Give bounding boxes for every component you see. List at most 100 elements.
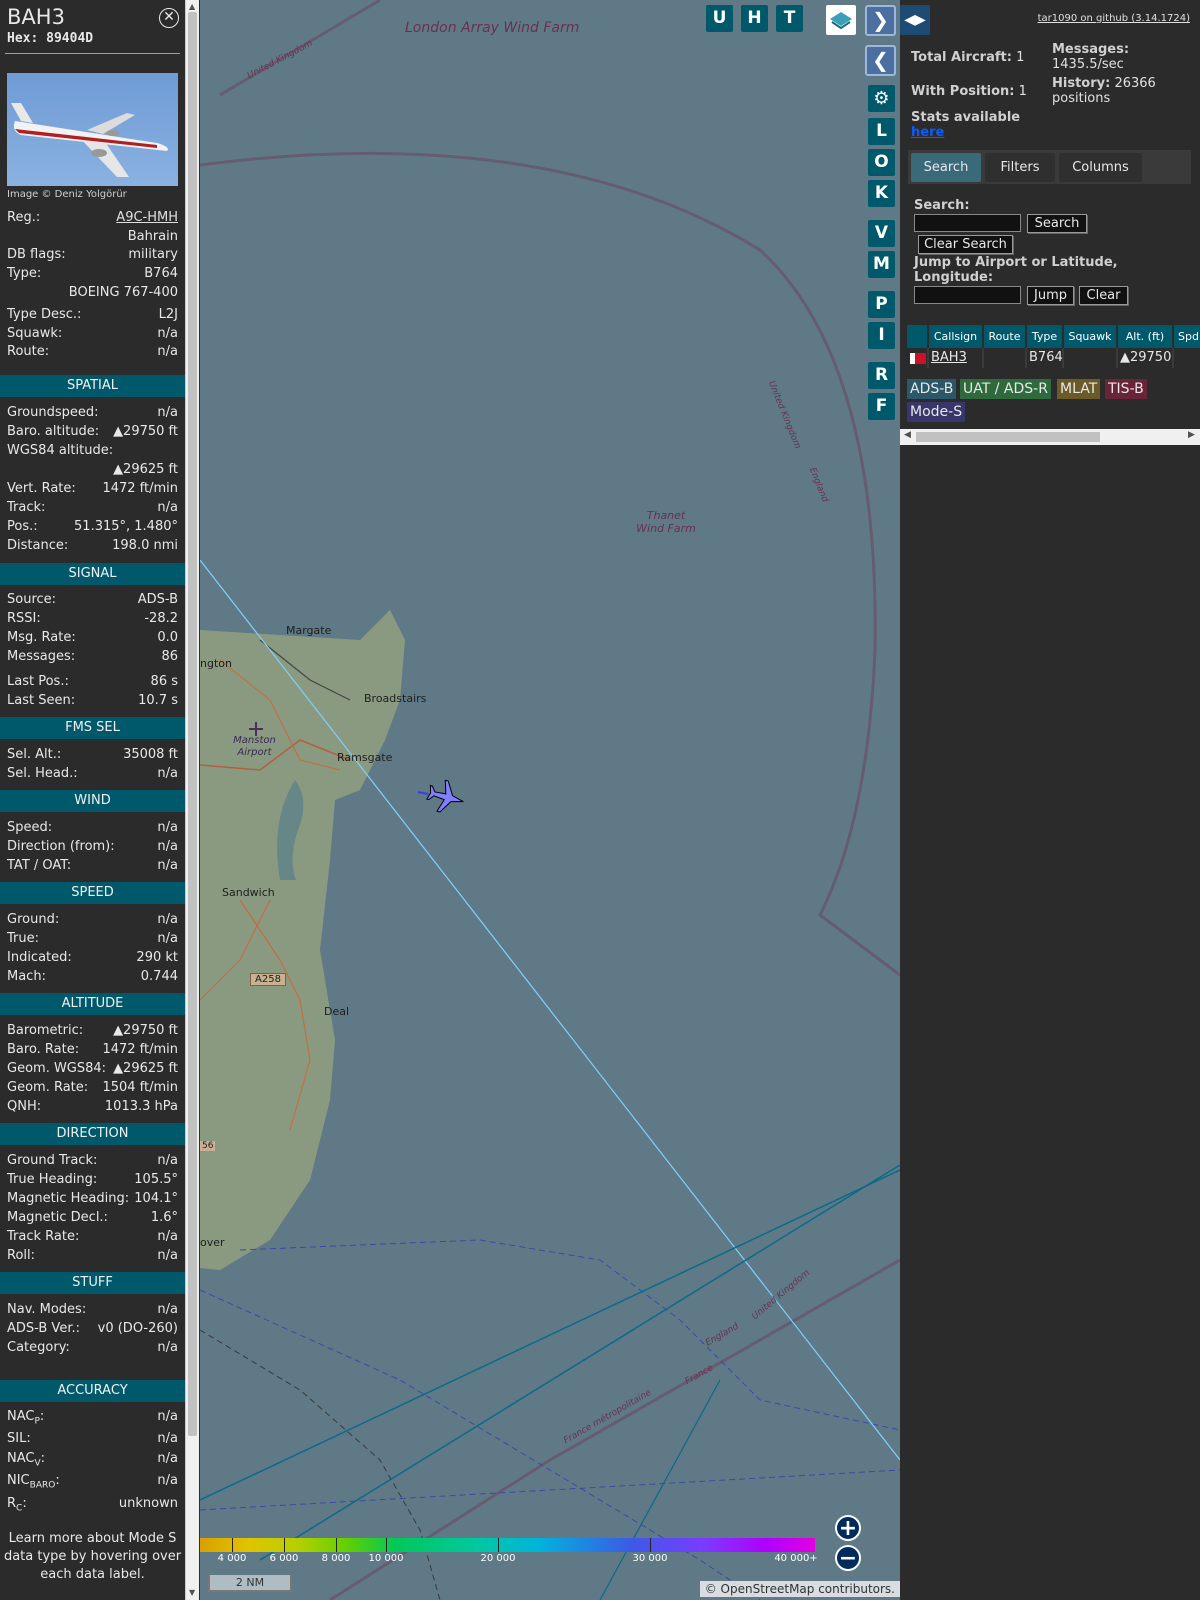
msgrate-value: 0.0: [157, 630, 178, 645]
tab-search[interactable]: Search: [911, 153, 981, 182]
rc-value: unknown: [118, 1496, 178, 1511]
groundspeed-value: n/a: [157, 405, 178, 420]
header-divider: [5, 53, 180, 54]
mag-decl-value: 1.6°: [150, 1210, 178, 1225]
jump-input[interactable]: [914, 286, 1021, 304]
map-button-m[interactable]: M: [868, 251, 895, 278]
nicbaro-value: n/a: [157, 1473, 178, 1488]
jump-button[interactable]: Jump: [1027, 286, 1074, 305]
column-header-callsign[interactable]: Callsign: [929, 325, 984, 349]
map-button-t[interactable]: T: [776, 5, 803, 32]
expand-right-icon[interactable]: ❯: [865, 5, 896, 36]
groundspeed-row: Groundspeed: n/a: [7, 404, 178, 422]
reg-label: Reg.:: [7, 210, 41, 225]
nacv-label: NACV:: [7, 1451, 46, 1469]
ias-row: Indicated: 290 kt: [7, 949, 178, 967]
map-button-o[interactable]: O: [868, 149, 895, 176]
clear-button[interactable]: Clear: [1079, 286, 1128, 305]
stats-available: Stats available: [911, 110, 1021, 125]
mag-heading-value: 104.1°: [134, 1191, 178, 1206]
close-icon[interactable]: ✕: [159, 8, 179, 28]
expand-panel-icon[interactable]: ◀▶: [900, 5, 930, 35]
dbflags-row: DB flags: military: [7, 246, 178, 264]
scroll-up-icon[interactable]: ▲: [189, 2, 195, 11]
map-button-l[interactable]: L: [868, 118, 895, 145]
column-header-squawk[interactable]: Squawk: [1064, 325, 1118, 349]
scroll-right-icon[interactable]: ▶: [1188, 430, 1195, 440]
map-button-i[interactable]: I: [868, 322, 895, 349]
scroll-left-icon[interactable]: ◀: [904, 430, 911, 440]
legend-tick: [232, 1538, 233, 1552]
legend-label: 6 000: [269, 1553, 299, 1564]
aircraft-photo[interactable]: [7, 73, 178, 186]
column-header-route[interactable]: Route: [984, 325, 1027, 349]
mag-heading-row: Magnetic Heading: 104.1°: [7, 1190, 178, 1208]
map-view[interactable]: London Array Wind Farm Thanet Wind Farm …: [200, 0, 900, 1600]
source-tag-adsb[interactable]: ADS-B: [907, 379, 957, 399]
map-attribution[interactable]: © OpenStreetMap contributors.: [699, 1581, 900, 1597]
map-label-a56: 56: [200, 1141, 216, 1151]
scroll-down-icon[interactable]: ▼: [189, 1588, 195, 1597]
type-value: B764: [144, 266, 178, 281]
tab-columns[interactable]: Columns: [1059, 153, 1142, 182]
geom-rate-value: 1504 ft/min: [102, 1080, 178, 1095]
column-header-alt[interactable]: Alt. (ft): [1118, 325, 1174, 349]
source-tag-modes[interactable]: Mode-S: [907, 402, 966, 422]
tab-filters[interactable]: Filters: [985, 153, 1055, 182]
collapse-left-icon[interactable]: ❮: [865, 45, 896, 76]
row-squawk: [1064, 348, 1118, 368]
stats-here-link[interactable]: here: [911, 125, 944, 140]
map-button-u[interactable]: U: [706, 5, 733, 32]
section-wind: WIND: [0, 790, 185, 812]
column-header-flag[interactable]: [907, 325, 929, 349]
typedesc-row: Type Desc.: L2J: [7, 306, 178, 324]
map-label-london-array: London Array Wind Farm: [405, 20, 580, 36]
barometric-value: ▲29750 ft: [113, 1023, 178, 1038]
settings-gear-icon[interactable]: ⚙: [868, 85, 895, 112]
tat-value: n/a: [157, 858, 178, 873]
barometric-row: Barometric: ▲29750 ft: [7, 1022, 178, 1040]
map-button-v[interactable]: V: [868, 220, 895, 247]
source-tag-mlat[interactable]: MLAT: [1057, 379, 1101, 399]
clear-search-button[interactable]: Clear Search: [918, 235, 1013, 254]
section-accuracy: ACCURACY: [0, 1380, 185, 1402]
map-label-deal: Deal: [324, 1005, 350, 1018]
map-button-k[interactable]: K: [868, 180, 895, 207]
baro-alt-value: ▲29750 ft: [113, 424, 178, 439]
legend-label: 10 000: [368, 1553, 404, 1564]
groundspeed-label: Groundspeed:: [7, 405, 99, 420]
nacv-row: NACV: n/a: [7, 1450, 178, 1469]
map-button-f[interactable]: F: [868, 393, 895, 420]
github-link[interactable]: tar1090 on github (3.14.1724): [1038, 13, 1190, 24]
map-button-p[interactable]: P: [868, 291, 895, 318]
zoom-out-button[interactable]: −: [835, 1545, 861, 1571]
column-header-spd[interactable]: Spd: [1174, 325, 1200, 349]
type-label: Type:: [7, 266, 42, 281]
roll-row: Roll: n/a: [7, 1247, 178, 1265]
nav-modes-label: Nav. Modes:: [7, 1302, 87, 1317]
map-button-r[interactable]: R: [868, 362, 895, 389]
distance-value: 198.0 nmi: [112, 538, 178, 553]
zoom-in-button[interactable]: +: [835, 1515, 861, 1541]
vert-rate-label: Vert. Rate:: [7, 481, 76, 496]
selalt-value: 35008 ft: [123, 747, 178, 762]
scroll-thumb[interactable]: [916, 432, 1100, 442]
reg-link[interactable]: A9C-HMH: [116, 209, 178, 227]
baro-rate-row: Baro. Rate: 1472 ft/min: [7, 1041, 178, 1059]
table-horizontal-scrollbar[interactable]: ◀ ▶: [900, 429, 1200, 445]
search-button[interactable]: Search: [1027, 214, 1087, 233]
source-tag-uat[interactable]: UAT / ADS-R: [960, 379, 1051, 399]
tat-row: TAT / OAT: n/a: [7, 857, 178, 875]
info-panel-scrollbar[interactable]: ▲ ▼: [185, 0, 199, 1600]
legend-tick: [336, 1538, 337, 1552]
column-header-type[interactable]: Type: [1027, 325, 1064, 349]
row-callsign[interactable]: BAH3: [929, 348, 984, 368]
layers-icon[interactable]: [826, 5, 856, 35]
source-tag-tisb[interactable]: TIS-B: [1105, 379, 1147, 399]
ground-label: Ground:: [7, 912, 60, 927]
search-input[interactable]: [914, 214, 1021, 232]
scroll-thumb[interactable]: [188, 12, 197, 1436]
aircraft-callsign: BAH3: [7, 5, 65, 29]
dbflags-label: DB flags:: [7, 247, 66, 262]
map-button-h[interactable]: H: [741, 5, 768, 32]
